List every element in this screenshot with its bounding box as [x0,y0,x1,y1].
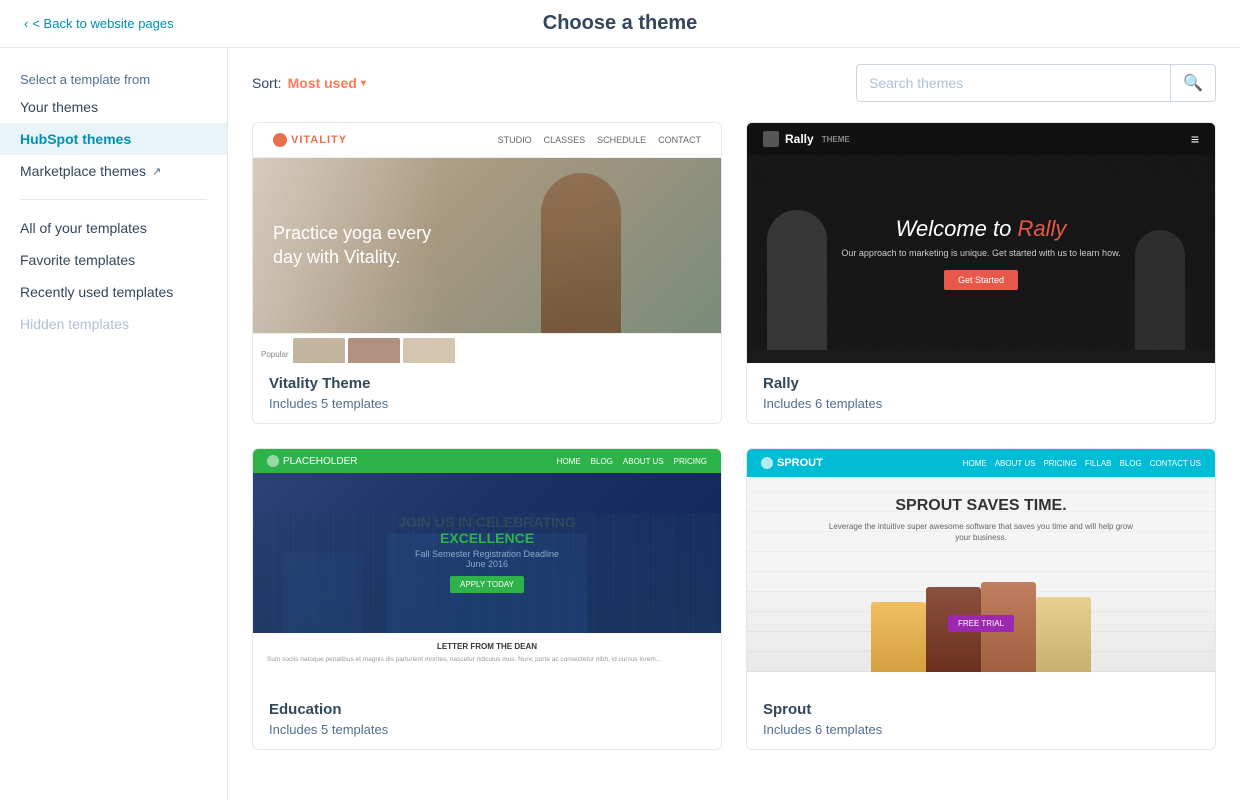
rally-hero-sub: Our approach to marketing is unique. Get… [841,248,1120,258]
theme-preview-sprout: SPROUT HOMEABOUT USPRICINGFILLABBLOGCONT… [747,449,1215,689]
themes-grid: VITALITY STUDIOCLASSESSCHEDULECONTACT Pr… [252,122,1216,750]
theme-name-education: Education [269,701,705,718]
edu-hero: JOIN US IN CELEBRATINGEXCELLENCE Fall Se… [253,473,721,633]
theme-count-vitality: Includes 5 templates [269,396,705,411]
external-link-icon: ↗ [152,165,161,178]
page-title: Choose a theme [543,12,697,35]
theme-info-sprout: Sprout Includes 6 templates [747,689,1215,749]
vitality-hero: Practice yoga everyday with Vitality. [253,158,721,333]
sprout-nav: SPROUT HOMEABOUT USPRICINGFILLABBLOGCONT… [747,449,1215,477]
theme-card-sprout[interactable]: SPROUT HOMEABOUT USPRICINGFILLABBLOGCONT… [746,448,1216,750]
sprout-free-trial-btn[interactable]: FREE TRIAL [948,615,1014,632]
theme-card-education[interactable]: PLACEHOLDER HOMEBLOGABOUT USPRICING JOIN… [252,448,722,750]
chevron-down-icon: ▾ [361,78,366,89]
edu-hero-content: JOIN US IN CELEBRATINGEXCELLENCE Fall Se… [388,504,586,603]
sidebar-item-favorite-templates[interactable]: Favorite templates [0,244,227,276]
search-input[interactable] [857,67,1170,99]
back-arrow: ‹ [24,16,28,31]
sidebar-item-label-marketplace-themes: Marketplace themes [20,163,146,179]
theme-card-vitality[interactable]: VITALITY STUDIOCLASSESSCHEDULECONTACT Pr… [252,122,722,424]
vitality-nav: VITALITY STUDIOCLASSESSCHEDULECONTACT [253,123,721,158]
sidebar-item-label-your-themes: Your themes [20,99,98,115]
theme-name-vitality: Vitality Theme [269,375,705,392]
edu-hero-sub: Fall Semester Registration DeadlineJune … [398,549,576,569]
back-link-text: < Back to website pages [32,16,173,31]
theme-count-sprout: Includes 6 templates [763,722,1199,737]
rally-get-started-btn[interactable]: Get Started [944,270,1018,290]
rally-menu-icon: ≡ [1191,131,1199,147]
vitality-logo: VITALITY [273,133,347,147]
sidebar-item-all-templates[interactable]: All of your templates [0,212,227,244]
rally-hero: Welcome to Rally Our approach to marketi… [747,155,1215,350]
sidebar-item-label-favorite-templates: Favorite templates [20,252,135,268]
sidebar-item-label-recent-templates: Recently used templates [20,284,173,300]
search-button[interactable]: 🔍 [1170,65,1215,101]
theme-info-vitality: Vitality Theme Includes 5 templates [253,363,721,423]
edu-hero-title: JOIN US IN CELEBRATINGEXCELLENCE [398,514,576,546]
rally-hero-content: Welcome to Rally Our approach to marketi… [841,216,1120,290]
top-bar: ‹ < Back to website pages Choose a theme [0,0,1240,48]
sort-control: Sort: Most used ▾ [252,75,366,91]
theme-count-rally: Includes 6 templates [763,396,1199,411]
edu-apply-btn[interactable]: APPLY TODAY [450,576,524,593]
sort-dropdown[interactable]: Most used ▾ [288,75,366,91]
sidebar: Select a template from Your themes HubSp… [0,48,228,800]
theme-count-education: Includes 5 templates [269,722,705,737]
search-box: 🔍 [856,64,1216,102]
theme-card-rally[interactable]: Rally THEME ≡ Welcome to Rally [746,122,1216,424]
sidebar-item-label-hubspot-themes: HubSpot themes [20,131,131,147]
vitality-nav-links: STUDIOCLASSESSCHEDULECONTACT [498,135,701,145]
theme-info-rally: Rally Includes 6 templates [747,363,1215,423]
rally-nav: Rally THEME ≡ [747,123,1215,155]
sidebar-item-label-hidden-templates: Hidden templates [20,316,129,332]
sprout-hero: SPROUT SAVES TIME. Leverage the intuitiv… [747,477,1215,672]
sidebar-item-recent-templates[interactable]: Recently used templates [0,276,227,308]
rally-hero-title: Welcome to Rally [841,216,1120,242]
edu-nav: PLACEHOLDER HOMEBLOGABOUT USPRICING [253,449,721,473]
theme-preview-rally: Rally THEME ≡ Welcome to Rally [747,123,1215,363]
theme-info-education: Education Includes 5 templates [253,689,721,749]
sort-label: Sort: [252,75,282,91]
vitality-hero-text: Practice yoga everyday with Vitality. [253,202,451,289]
search-icon: 🔍 [1183,73,1203,93]
sprout-logo: SPROUT [761,457,823,469]
sprout-nav-links: HOMEABOUT USPRICINGFILLABBLOGCONTACT US [963,459,1201,468]
theme-name-sprout: Sprout [763,701,1199,718]
rally-logo: Rally THEME [763,131,850,147]
sidebar-item-your-themes[interactable]: Your themes [0,91,227,123]
toolbar: Sort: Most used ▾ 🔍 [252,64,1216,102]
sprout-hero-title: SPROUT SAVES TIME. [767,497,1195,515]
sidebar-item-hidden-templates: Hidden templates [0,308,227,340]
sidebar-item-marketplace-themes[interactable]: Marketplace themes ↗ [0,155,227,187]
sidebar-item-label-all-templates: All of your templates [20,220,147,236]
sidebar-item-hubspot-themes[interactable]: HubSpot themes [0,123,227,155]
sidebar-divider [20,199,207,200]
sidebar-section-label: Select a template from [0,64,227,91]
sort-value: Most used [288,75,357,91]
edu-logo: PLACEHOLDER [267,455,357,467]
theme-preview-vitality: VITALITY STUDIOCLASSESSCHEDULECONTACT Pr… [253,123,721,363]
main-layout: Select a template from Your themes HubSp… [0,48,1240,800]
back-link[interactable]: ‹ < Back to website pages [24,16,174,31]
theme-name-rally: Rally [763,375,1199,392]
edu-nav-links: HOMEBLOGABOUT USPRICING [557,457,707,466]
theme-preview-education: PLACEHOLDER HOMEBLOGABOUT USPRICING JOIN… [253,449,721,689]
sprout-hero-sub: Leverage the intuitive super awesome sof… [767,521,1195,543]
edu-letter: LETTER FROM THE DEAN Sum soclis natoque … [253,633,721,673]
main-content: Sort: Most used ▾ 🔍 [228,48,1240,800]
sprout-hero-content: SPROUT SAVES TIME. Leverage the intuitiv… [747,477,1215,563]
